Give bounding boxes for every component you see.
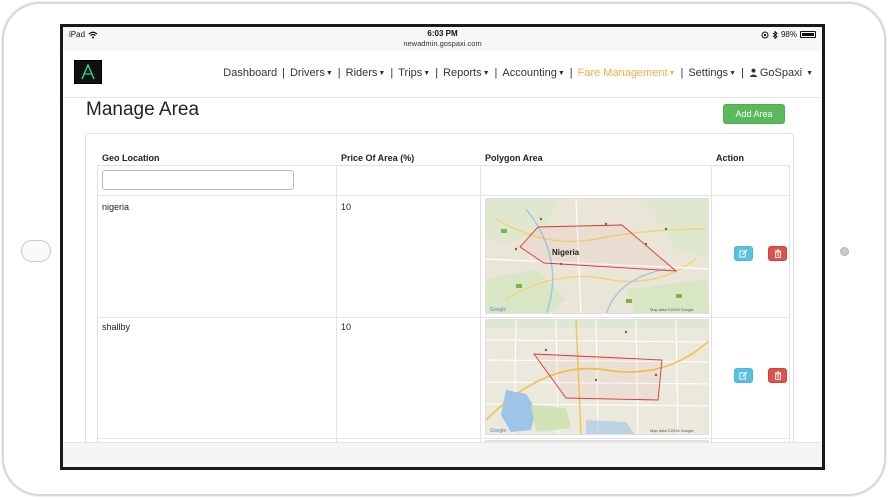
svg-text:Map data ©2018 Google: Map data ©2018 Google [650,428,694,433]
col-divider [480,165,481,442]
col-divider [789,165,790,442]
col-divider [336,165,337,442]
main-nav: Dashboard | Drivers▼ | Riders▼ | Trips▼ | Report… [218,67,818,79]
nav-item-label: Reports [443,67,482,79]
orientation-lock-icon [761,31,769,38]
bluetooth-icon [772,30,778,39]
row-price: 10 [341,202,352,212]
nav-item-accounting[interactable]: Accounting▼ [497,67,569,79]
header-geo-location: Geo Location [102,153,160,163]
nav-item-reports[interactable]: Reports▼ [438,67,494,79]
caret-down-icon: ▼ [482,70,490,77]
user-icon [749,68,758,77]
logo-a-icon [81,63,95,80]
nav-item-trips[interactable]: Trips▼ [393,67,435,79]
map-country-label: Nigeria [552,248,580,257]
camera [840,247,849,256]
map-image: Google Map data ©2018 Google [486,320,708,434]
status-right: 98% [761,30,816,39]
nav-item-settings[interactable]: Settings▼ [683,67,741,79]
trash-icon [774,249,781,258]
nav-item-drivers[interactable]: Drivers▼ [285,67,338,79]
edit-icon [739,249,748,258]
nav-item-dashboard[interactable]: Dashboard [218,67,282,79]
polygon-map-nigeria[interactable]: Nigeria Google Map data ©2018 Google [485,198,709,314]
main-content: Manage Area Add Area Geo Location Price … [63,98,822,442]
header-price: Price Of Area (%) [341,153,415,163]
row-divider [97,438,789,439]
status-bar: iPad 6:03 PM newadmin.gospaxi.com 98% [63,27,822,51]
row-geo-location: shallby [102,322,131,332]
caret-down-icon: ▼ [557,70,565,77]
row-divider [97,195,789,196]
geo-location-filter-input[interactable] [102,170,294,190]
nav-item-label: Dashboard [223,67,278,79]
caret-down-icon: ▼ [729,70,736,77]
address-bar[interactable]: newadmin.gospaxi.com [63,39,822,48]
row-geo-location: nigeria [102,202,130,212]
browser-bottom-bar [63,442,822,467]
page-title: Manage Area [86,99,200,120]
app-logo[interactable] [74,60,102,84]
caret-down-icon: ▼ [423,70,431,77]
caret-down-icon: ▼ [325,70,333,77]
nav-item-riders[interactable]: Riders▼ [341,67,391,79]
polygon-map-shallby[interactable]: Google Map data ©2018 Google [485,319,709,435]
svg-text:Google: Google [490,428,506,434]
edit-button[interactable] [734,246,753,261]
nav-item-label: Accounting [502,67,557,79]
row-price: 10 [341,322,352,332]
col-divider [97,165,98,442]
caret-down-icon: ▼ [806,70,813,77]
battery-icon [800,31,816,38]
delete-button[interactable] [768,246,787,261]
nav-item-label: Fare Management [577,67,668,79]
add-area-button[interactable]: Add Area [723,104,785,124]
user-menu[interactable]: GoSpaxi ▼ [744,67,818,79]
top-navbar: Dashboard | Drivers▼ | Riders▼ | Trips▼ | Report… [63,51,822,98]
col-divider [711,165,712,442]
row-divider [97,317,789,318]
areas-table-panel: Geo Location Price Of Area (%) Polygon A… [85,133,794,442]
caret-down-icon: ▼ [378,70,386,77]
svg-text:Google: Google [490,307,506,313]
nav-item-fare-management[interactable]: Fare Management▼ [573,67,681,79]
home-button[interactable] [21,240,51,262]
screen: iPad 6:03 PM newadmin.gospaxi.com 98% Da… [60,24,825,470]
trash-icon [774,371,781,380]
caret-down-icon: ▼ [668,70,676,77]
edit-icon [739,371,748,380]
map-image: Nigeria Google Map data ©2018 Google [486,199,708,313]
nav-item-label: Trips [398,67,423,79]
edit-button[interactable] [734,368,753,383]
nav-item-label: Drivers [289,67,325,79]
status-time: 6:03 PM [427,29,458,38]
header-polygon-area: Polygon Area [485,153,543,163]
row-divider [97,165,789,166]
svg-text:Map data ©2018 Google: Map data ©2018 Google [650,307,694,312]
nav-item-label: Riders [345,67,378,79]
nav-item-label: Settings [688,67,729,79]
delete-button[interactable] [768,368,787,383]
header-action: Action [716,153,744,163]
battery-percent: 98% [780,30,797,39]
user-name: GoSpaxi [759,67,803,79]
